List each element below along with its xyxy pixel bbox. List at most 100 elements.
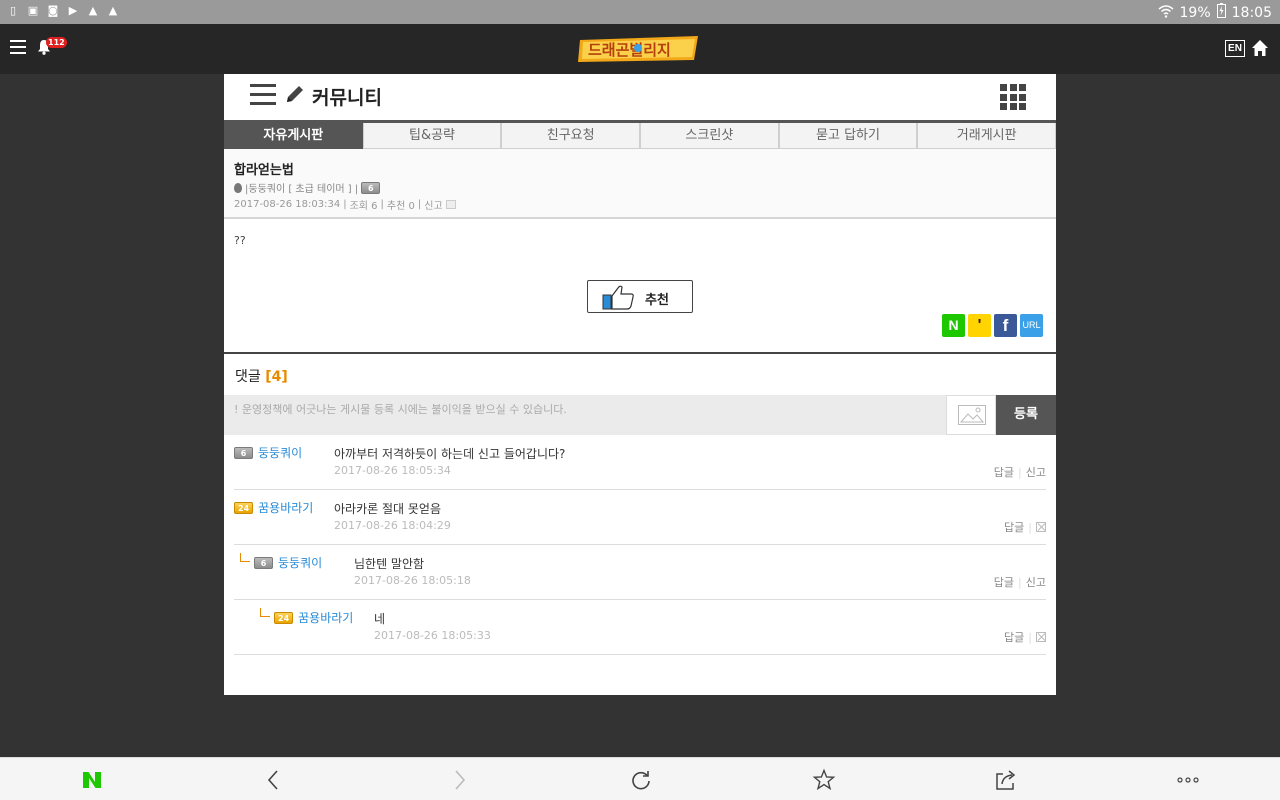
logo-text: 드래곤빌리지	[588, 41, 671, 59]
pencil-icon[interactable]	[284, 83, 306, 105]
browser-toolbar	[0, 757, 1280, 800]
reply-button[interactable]: 답글	[1004, 629, 1024, 645]
notification-badge: 112	[46, 37, 67, 48]
page-title: 커뮤니티	[312, 87, 382, 109]
share-naver-icon[interactable]: N	[942, 314, 965, 337]
post-header: 합라얻는법 |둥둥쿼이 [ 초급 테이머 ] | 6 2017-08-26 18…	[224, 149, 1056, 219]
delete-icon[interactable]	[1036, 522, 1046, 532]
share-facebook-icon[interactable]: f	[994, 314, 1017, 337]
more-icon[interactable]	[1176, 768, 1200, 792]
comment-nickname[interactable]: 꿈용바라기	[298, 609, 353, 626]
warning-icon: ▲	[108, 4, 118, 17]
action-separator: |	[1028, 520, 1032, 534]
dragon-village-logo[interactable]: 드래곤빌리지	[576, 34, 702, 64]
comment-reply-item: 6 둥둥쿼이 님한텐 말안함 2017-08-26 18:05:18 답글 | …	[234, 545, 1046, 600]
comment-author: 24 꿈용바라기	[274, 609, 353, 626]
tab-qna[interactable]: 묻고 답하기	[778, 123, 918, 149]
naver-icon[interactable]	[80, 768, 104, 792]
comment-actions: 답글 |	[1004, 519, 1046, 535]
refresh-icon[interactable]	[629, 768, 653, 792]
reply-arrow-icon	[260, 608, 270, 617]
section-divider	[224, 352, 1056, 354]
app-bar: 112 드래곤빌리지 EN	[0, 24, 1280, 74]
tab-trade[interactable]: 거래게시판	[917, 123, 1057, 149]
bookmark-star-icon[interactable]	[812, 768, 836, 792]
post-body: ??	[234, 234, 246, 247]
report-link[interactable]: 신고	[424, 197, 442, 212]
level-badge: 24	[274, 611, 294, 624]
recommend-button[interactable]: 추천	[587, 280, 693, 313]
recommend-label: 추천	[645, 293, 669, 308]
thumbs-up-icon	[602, 284, 636, 310]
comment-actions: 답글 | 신고	[994, 574, 1046, 590]
battery-percent: 19%	[1179, 4, 1211, 21]
meta-separator: |	[417, 199, 422, 210]
comment-text: 아라카론 절대 못얻음	[334, 502, 441, 516]
share-kakao-icon[interactable]: '	[968, 314, 991, 337]
level-badge: 6	[361, 181, 381, 194]
share-url-button[interactable]: URL	[1020, 314, 1043, 337]
image-icon	[958, 405, 986, 425]
report-button[interactable]: 신고	[1026, 464, 1046, 480]
forward-icon[interactable]	[447, 768, 471, 792]
egg-icon	[234, 182, 242, 193]
action-separator: |	[1018, 575, 1022, 589]
tab-screenshot[interactable]: 스크린샷	[640, 123, 779, 149]
tab-tips[interactable]: 팁&공략	[362, 123, 502, 149]
status-left-icons: ▯ ▣ ◙ ▶ ▲ ▲	[6, 4, 120, 18]
comment-date: 2017-08-26 18:05:18	[354, 574, 471, 587]
comment-text: 네	[374, 612, 386, 626]
tab-friend-request[interactable]: 친구요청	[501, 123, 641, 149]
attach-image-button[interactable]	[946, 395, 996, 435]
submit-comment-button[interactable]: 등록	[996, 395, 1056, 435]
comment-text: 님한텐 말안함	[354, 557, 425, 571]
comment-date: 2017-08-26 18:05:34	[334, 464, 451, 477]
report-icon[interactable]	[445, 200, 456, 209]
comment-item: 24 꿈용바라기 아라카론 절대 못얻음 2017-08-26 18:04:29…	[234, 490, 1046, 545]
comment-date: 2017-08-26 18:04:29	[334, 519, 451, 532]
share-icon[interactable]	[994, 768, 1018, 792]
share-buttons: N ' f URL	[942, 314, 1043, 337]
level-badge: 6	[234, 446, 253, 459]
comment-text: 아까부터 저격하듯이 하는데 신고 들어갑니다?	[334, 447, 566, 461]
post-title: 합라얻는법	[234, 163, 294, 178]
post-recommends: 추천 0	[386, 201, 415, 212]
post-datetime: 2017-08-26 18:03:34	[234, 199, 341, 210]
grid-menu-icon[interactable]	[1000, 84, 1026, 110]
comment-actions: 답글 |	[1004, 629, 1046, 645]
meta-separator: |	[380, 199, 384, 210]
comments-heading: 댓글 [4]	[235, 366, 288, 386]
comment-nickname[interactable]: 꿈용바라기	[258, 499, 313, 516]
warning-icon: ▲	[88, 4, 98, 17]
comment-item: 6 둥둥쿼이 아까부터 저격하듯이 하는데 신고 들어갑니다? 2017-08-…	[234, 435, 1046, 490]
home-icon[interactable]	[1251, 39, 1269, 57]
action-separator: |	[1028, 630, 1032, 644]
youtube-icon: ▶	[68, 4, 78, 17]
comments-count: [4]	[265, 369, 288, 385]
reply-button[interactable]: 답글	[1004, 519, 1024, 535]
author-info[interactable]: |둥둥쿼이 [ 초급 테이머 ] |	[245, 180, 358, 195]
meta-separator: |	[343, 199, 347, 210]
report-button[interactable]: 신고	[1026, 574, 1046, 590]
comment-author: 24 꿈용바라기	[234, 499, 313, 516]
menu-icon[interactable]	[10, 40, 26, 54]
level-badge: 24	[234, 501, 254, 514]
comment-nickname[interactable]: 둥둥쿼이	[258, 444, 302, 461]
status-bar: ▯ ▣ ◙ ▶ ▲ ▲ 19% 18:05	[0, 0, 1280, 24]
reply-button[interactable]: 답글	[994, 464, 1014, 480]
comment-input[interactable]: ! 운영정책에 어긋나는 게시물 등록 시에는 불이익을 받으실 수 있습니다.	[224, 395, 946, 435]
comments-label: 댓글	[235, 369, 261, 385]
clock: 18:05	[1231, 4, 1272, 21]
tab-free-board[interactable]: 자유게시판	[224, 123, 363, 149]
reply-button[interactable]: 답글	[994, 574, 1014, 590]
board-menu-icon[interactable]	[250, 84, 276, 106]
comment-nickname[interactable]: 둥둥쿼이	[278, 554, 322, 571]
community-panel: 커뮤니티 자유게시판 팁&공략 친구요청 스크린샷 묻고 답하기 거래게시판 합…	[224, 74, 1057, 695]
delete-icon[interactable]	[1036, 632, 1046, 642]
comment-author: 6 둥둥쿼이	[254, 554, 322, 571]
image-icon: ▣	[27, 4, 39, 17]
comment-author: 6 둥둥쿼이	[234, 444, 302, 461]
comment-reply-item: 24 꿈용바라기 네 2017-08-26 18:05:33 답글 |	[234, 600, 1046, 655]
language-button[interactable]: EN	[1225, 40, 1245, 57]
back-icon[interactable]	[262, 768, 286, 792]
